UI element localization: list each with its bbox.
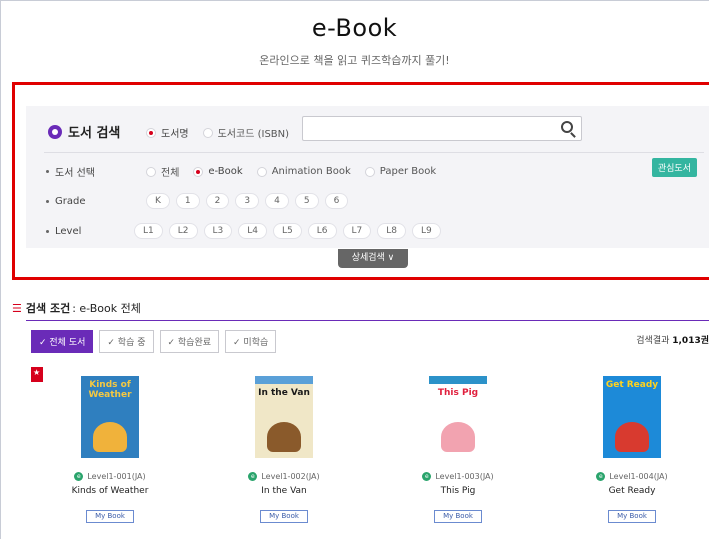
book-code: e Level1-003(JA) bbox=[398, 472, 518, 481]
condition-icon: ☰ bbox=[12, 301, 22, 315]
book-code-text: Level1-002(JA) bbox=[261, 472, 320, 481]
cover-illustration bbox=[615, 422, 649, 452]
book-title[interactable]: In the Van bbox=[224, 486, 344, 496]
book-title[interactable]: This Pig bbox=[398, 486, 518, 496]
filter-not-started[interactable]: ✓ 미학습 bbox=[225, 330, 277, 353]
my-book-button[interactable]: My Book bbox=[86, 510, 134, 523]
cover-title: In the Van bbox=[258, 388, 310, 398]
my-book-button[interactable]: My Book bbox=[434, 510, 482, 523]
my-book-button[interactable]: My Book bbox=[260, 510, 308, 523]
ebook-badge-icon: e bbox=[74, 472, 84, 481]
book-title[interactable]: Get Ready bbox=[572, 486, 692, 496]
cover-title: Kinds of Weather bbox=[88, 380, 132, 400]
book-code: e Level1-002(JA) bbox=[224, 472, 344, 481]
my-book-button[interactable]: My Book bbox=[608, 510, 656, 523]
cover-title: This Pig bbox=[437, 388, 479, 398]
book-cover[interactable]: This Pig bbox=[429, 376, 487, 458]
cover-illustration bbox=[93, 422, 127, 452]
bookmark-icon[interactable] bbox=[31, 367, 43, 382]
book-code-text: Level1-004(JA) bbox=[609, 472, 668, 481]
result-count: 검색결과 1,013권 bbox=[636, 333, 709, 346]
book-card[interactable]: In the Van e Level1-002(JA) In the Van M… bbox=[224, 376, 344, 523]
cover-title: Get Ready bbox=[605, 380, 659, 390]
search-condition: ☰ 검색 조건 : e-Book 전체 bbox=[12, 300, 141, 316]
result-prefix: 검색결과 bbox=[636, 336, 673, 346]
ebook-badge-icon: e bbox=[248, 472, 258, 481]
book-title[interactable]: Kinds of Weather bbox=[50, 486, 170, 496]
book-cover[interactable]: Kinds of Weather bbox=[81, 376, 139, 458]
book-code-text: Level1-003(JA) bbox=[435, 472, 494, 481]
page-header: e-Book 온라인으로 책을 읽고 퀴즈학습까지 풀기! bbox=[0, 0, 709, 80]
book-cover[interactable]: In the Van bbox=[255, 376, 313, 458]
condition-value: : e-Book 전체 bbox=[72, 302, 141, 315]
ebook-badge-icon: e bbox=[596, 472, 606, 481]
book-cover[interactable]: Get Ready bbox=[603, 376, 661, 458]
filter-all-books[interactable]: ✓ 전체 도서 bbox=[31, 330, 94, 353]
cover-illustration bbox=[441, 422, 475, 452]
book-code: e Level1-001(JA) bbox=[50, 472, 170, 481]
cover-illustration bbox=[267, 422, 301, 452]
ebook-badge-icon: e bbox=[422, 472, 432, 481]
filter-completed[interactable]: ✓ 학습완료 bbox=[159, 330, 220, 353]
search-highlight-box bbox=[12, 82, 709, 280]
status-filter-group: ✓ 전체 도서 ✓ 학습 중 ✓ 학습완료 ✓ 미학습 bbox=[31, 330, 282, 353]
page-subtitle: 온라인으로 책을 읽고 퀴즈학습까지 풀기! bbox=[259, 54, 450, 67]
book-card[interactable]: Kinds of Weather e Level1-001(JA) Kinds … bbox=[50, 376, 170, 523]
section-divider bbox=[26, 320, 709, 321]
book-code: e Level1-004(JA) bbox=[572, 472, 692, 481]
result-number: 1,013권 bbox=[672, 336, 709, 346]
page-title: e-Book bbox=[311, 14, 398, 42]
condition-label: 검색 조건 bbox=[25, 302, 71, 315]
book-card[interactable]: This Pig e Level1-003(JA) This Pig My Bo… bbox=[398, 376, 518, 523]
filter-in-progress[interactable]: ✓ 학습 중 bbox=[99, 330, 154, 353]
book-code-text: Level1-001(JA) bbox=[87, 472, 146, 481]
book-card[interactable]: Get Ready e Level1-004(JA) Get Ready My … bbox=[572, 376, 692, 523]
